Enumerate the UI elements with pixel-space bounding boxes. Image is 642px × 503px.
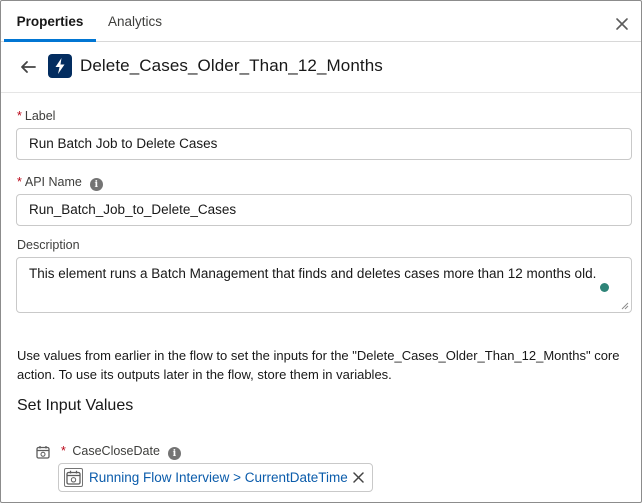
label-field-caption: * Label	[17, 109, 55, 123]
status-dot	[600, 283, 609, 292]
element-header: Delete_Cases_Older_Than_12_Months	[1, 43, 641, 93]
tab-analytics[interactable]: Analytics	[108, 1, 162, 42]
info-icon[interactable]: i	[167, 447, 181, 460]
label-caption-text: Label	[24, 109, 56, 123]
tab-bar: Properties Analytics	[1, 1, 641, 42]
close-icon[interactable]	[615, 17, 629, 31]
section-title: Set Input Values	[17, 397, 134, 414]
info-icon[interactable]: i	[89, 178, 103, 191]
description-text: This element runs a Batch Management tha…	[29, 266, 597, 281]
required-marker: *	[17, 109, 22, 123]
description-textarea[interactable]: This element runs a Batch Management tha…	[16, 257, 632, 313]
api-name-field-caption: * API Name i	[17, 175, 103, 191]
back-arrow-icon[interactable]	[19, 59, 37, 75]
help-text: Use values from earlier in the flow to s…	[17, 348, 620, 382]
resource-pill-label[interactable]: Running Flow Interview > CurrentDateTime	[89, 470, 348, 485]
page-title: Delete_Cases_Older_Than_12_Months	[80, 56, 383, 75]
calendar-icon	[36, 446, 50, 459]
api-name-input[interactable]: Run_Batch_Job_to_Delete_Cases	[16, 194, 632, 226]
case-close-date-label: * CaseCloseDate i	[61, 444, 181, 460]
calendar-icon	[64, 468, 83, 487]
properties-panel: Properties Analytics Delete_Cases_Older_…	[0, 0, 642, 503]
param-label-text: CaseCloseDate	[72, 444, 160, 458]
resource-pill[interactable]: Running Flow Interview > CurrentDateTime	[58, 463, 373, 492]
label-input[interactable]: Run Batch Job to Delete Cases	[16, 128, 632, 160]
required-marker: *	[17, 175, 22, 189]
api-name-caption-text: API Name	[24, 175, 82, 189]
resize-handle-icon[interactable]	[621, 302, 629, 310]
remove-icon[interactable]	[353, 472, 364, 483]
description-field-caption: Description	[17, 238, 80, 252]
lightning-bolt-icon	[48, 54, 72, 78]
required-marker: *	[61, 444, 66, 458]
tab-properties[interactable]: Properties	[4, 1, 96, 42]
